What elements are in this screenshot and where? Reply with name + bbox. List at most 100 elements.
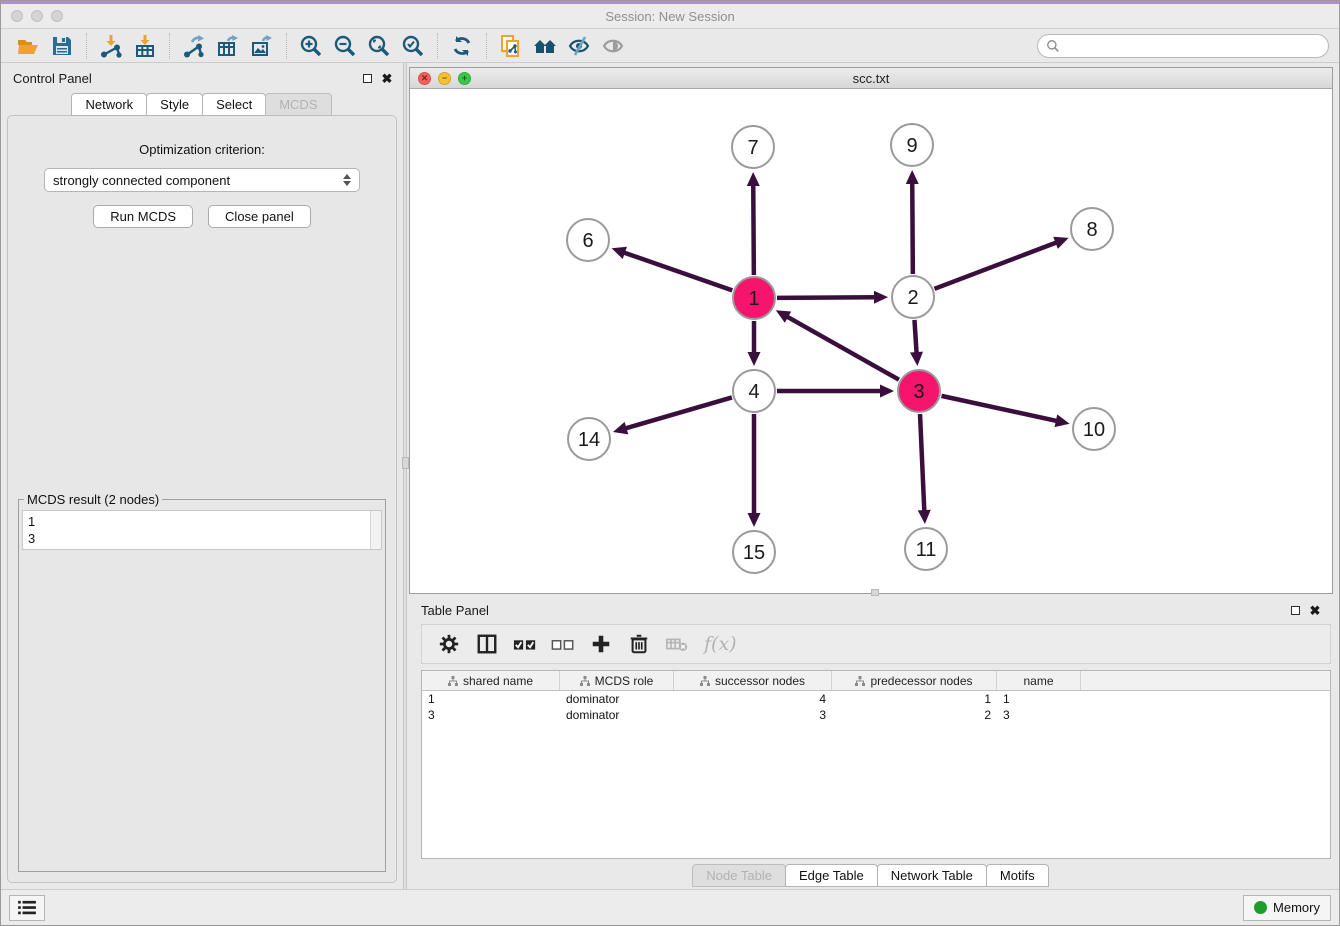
eye-button[interactable] bbox=[596, 31, 630, 61]
graph-edge[interactable] bbox=[941, 396, 1069, 427]
table-cell[interactable]: dominator bbox=[560, 707, 674, 723]
graph-edge[interactable] bbox=[776, 310, 899, 379]
save-session-button[interactable] bbox=[45, 31, 79, 61]
graph-node-9[interactable]: 9 bbox=[891, 124, 933, 166]
table-settings-button[interactable] bbox=[432, 628, 466, 660]
graph-node-6[interactable]: 6 bbox=[567, 219, 609, 261]
graph-edge[interactable] bbox=[747, 172, 760, 275]
table-cell[interactable]: 3 bbox=[997, 707, 1081, 723]
mcds-result-title: MCDS result (2 nodes) bbox=[24, 492, 162, 507]
graph-node-14[interactable]: 14 bbox=[568, 418, 610, 460]
home-icon bbox=[533, 34, 557, 58]
float-table-panel-button[interactable] bbox=[1285, 601, 1305, 619]
network-window-titlebar[interactable]: scc.txt ✕ − + bbox=[410, 68, 1332, 89]
close-icon: ✖ bbox=[382, 72, 393, 85]
table-cell[interactable]: 2 bbox=[832, 707, 997, 723]
graph-edge[interactable] bbox=[906, 170, 919, 274]
criterion-select[interactable]: strongly connected component bbox=[44, 168, 360, 192]
tab-edge-table[interactable]: Edge Table bbox=[785, 864, 878, 887]
graph-edge[interactable] bbox=[777, 385, 894, 398]
zoom-in-button[interactable] bbox=[294, 31, 328, 61]
table-cell[interactable]: 1 bbox=[832, 691, 997, 707]
graph-node-11[interactable]: 11 bbox=[905, 528, 947, 570]
table-cell[interactable]: 1 bbox=[422, 691, 560, 707]
column-header-shared-name[interactable]: shared name bbox=[422, 671, 560, 690]
graph-edge[interactable] bbox=[748, 321, 761, 366]
graph-edge[interactable] bbox=[748, 414, 761, 527]
network-graph[interactable]: 7 9 6 8 1 2 4 3 14 10 15 11 bbox=[410, 89, 1332, 592]
table-row[interactable]: 3dominator323 bbox=[422, 707, 1330, 723]
tab-motifs[interactable]: Motifs bbox=[986, 864, 1049, 887]
trash-icon bbox=[628, 633, 650, 655]
graph-edge[interactable] bbox=[612, 247, 733, 291]
window-title: Session: New Session bbox=[1, 9, 1339, 24]
deselect-all-columns-button[interactable] bbox=[546, 628, 580, 660]
graph-node-7[interactable]: 7 bbox=[732, 126, 774, 168]
import-network-button[interactable] bbox=[94, 31, 128, 61]
graph-node-2[interactable]: 2 bbox=[892, 276, 934, 318]
mcds-result-text[interactable]: 13 bbox=[23, 511, 370, 549]
run-mcds-button[interactable]: Run MCDS bbox=[93, 205, 193, 228]
zoom-selected-button[interactable] bbox=[396, 31, 430, 61]
graph-edge[interactable] bbox=[910, 320, 923, 366]
close-panel-button[interactable]: ✖ bbox=[377, 69, 397, 87]
unchecked-boxes-icon bbox=[551, 632, 575, 656]
open-session-button[interactable] bbox=[11, 31, 45, 61]
table-cell[interactable]: dominator bbox=[560, 691, 674, 707]
toggle-graphics-details-button[interactable] bbox=[562, 31, 596, 61]
tab-node-table[interactable]: Node Table bbox=[692, 864, 786, 887]
graph-node-4[interactable]: 4 bbox=[733, 370, 775, 412]
create-column-button[interactable] bbox=[584, 628, 618, 660]
toolbar-separator bbox=[86, 33, 87, 59]
graph-node-8[interactable]: 8 bbox=[1071, 208, 1113, 250]
graph-node-1[interactable]: 1 bbox=[733, 277, 775, 319]
graph-edge[interactable] bbox=[613, 397, 732, 434]
tab-mcds[interactable]: MCDS bbox=[265, 93, 331, 116]
zoom-in-icon bbox=[299, 34, 323, 58]
table-cell[interactable]: 3 bbox=[422, 707, 560, 723]
refresh-layout-button[interactable] bbox=[445, 31, 479, 61]
graph-node-3[interactable]: 3 bbox=[898, 370, 940, 412]
table-cell[interactable]: 3 bbox=[674, 707, 832, 723]
graph-edge[interactable] bbox=[918, 414, 931, 524]
search-input[interactable] bbox=[1065, 38, 1320, 53]
export-table-button[interactable] bbox=[211, 31, 245, 61]
panel-splitter[interactable] bbox=[403, 63, 407, 889]
column-header-name[interactable]: name bbox=[997, 671, 1081, 690]
duplicate-network-button[interactable] bbox=[494, 31, 528, 61]
export-image-button[interactable] bbox=[245, 31, 279, 61]
toolbar-separator bbox=[437, 33, 438, 59]
graph-edge[interactable] bbox=[777, 291, 888, 304]
memory-button[interactable]: Memory bbox=[1243, 895, 1331, 921]
delete-column-button[interactable] bbox=[622, 628, 656, 660]
network-resize-grip[interactable] bbox=[871, 589, 879, 596]
table-row[interactable]: 1dominator411 bbox=[422, 691, 1330, 707]
result-scrollbar[interactable] bbox=[370, 511, 381, 549]
tab-network[interactable]: Network bbox=[71, 93, 147, 116]
status-bar: Memory bbox=[1, 889, 1339, 925]
splitter-grip[interactable] bbox=[402, 457, 409, 469]
close-table-panel-button[interactable]: ✖ bbox=[1305, 601, 1325, 619]
tab-network-table[interactable]: Network Table bbox=[877, 864, 987, 887]
graph-edge[interactable] bbox=[935, 237, 1069, 289]
table-cell[interactable]: 4 bbox=[674, 691, 832, 707]
import-table-button[interactable] bbox=[128, 31, 162, 61]
zoom-fit-button[interactable] bbox=[362, 31, 396, 61]
column-header-successor-nodes[interactable]: successor nodes bbox=[674, 671, 832, 690]
graph-node-15[interactable]: 15 bbox=[733, 531, 775, 573]
tab-select[interactable]: Select bbox=[202, 93, 266, 116]
tab-style[interactable]: Style bbox=[146, 93, 203, 116]
export-network-button[interactable] bbox=[177, 31, 211, 61]
zoom-out-button[interactable] bbox=[328, 31, 362, 61]
home-button[interactable] bbox=[528, 31, 562, 61]
task-history-button[interactable] bbox=[9, 895, 45, 921]
graph-node-10[interactable]: 10 bbox=[1073, 408, 1115, 450]
table-cell[interactable]: 1 bbox=[997, 691, 1081, 707]
float-panel-button[interactable] bbox=[357, 69, 377, 87]
column-header-predecessor-nodes[interactable]: predecessor nodes bbox=[832, 671, 997, 690]
close-panel-button-2[interactable]: Close panel bbox=[208, 205, 311, 228]
select-all-columns-button[interactable] bbox=[508, 628, 542, 660]
show-column-panel-button[interactable] bbox=[470, 628, 504, 660]
column-header-MCDS-role[interactable]: MCDS role bbox=[560, 671, 674, 690]
network-canvas[interactable]: 7 9 6 8 1 2 4 3 14 10 15 11 bbox=[410, 89, 1332, 593]
